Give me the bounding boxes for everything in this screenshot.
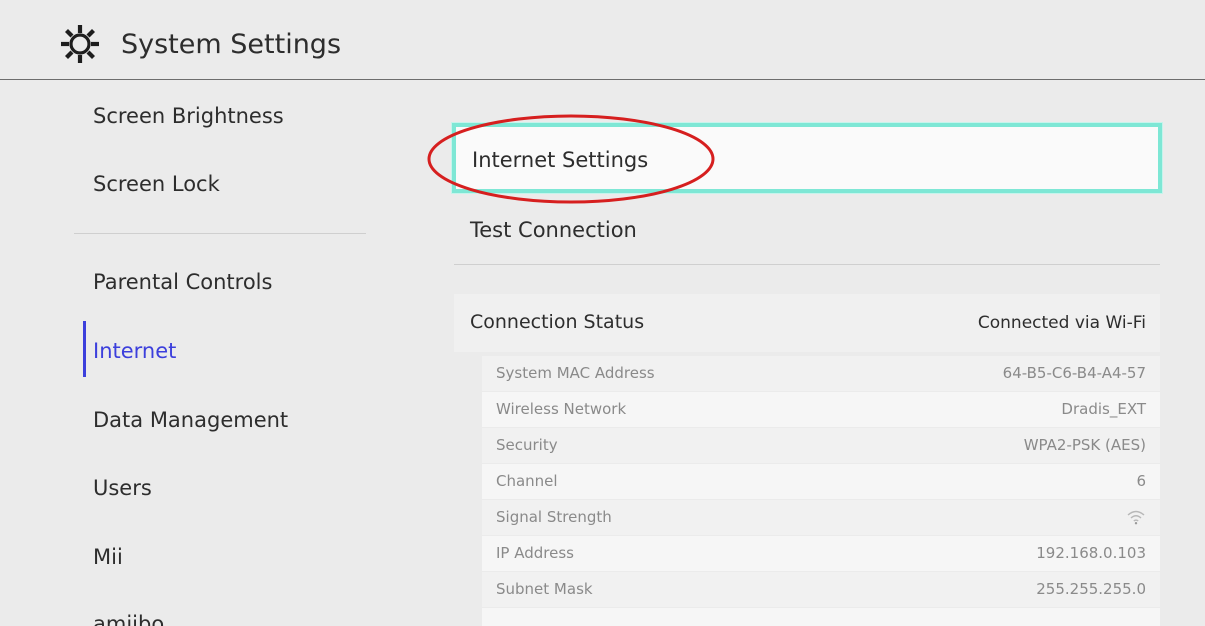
detail-value: 6 xyxy=(1136,472,1146,490)
detail-row-ip-address: IP Address 192.168.0.103 xyxy=(482,536,1160,571)
internet-settings-label: Internet Settings xyxy=(472,148,649,172)
detail-row-cutoff xyxy=(482,608,1160,626)
detail-row-mac-address: System MAC Address 64-B5-C6-B4-A4-57 xyxy=(482,356,1160,391)
sidebar: Screen Brightness Screen Lock Parental C… xyxy=(0,81,398,626)
gear-icon xyxy=(61,25,99,63)
detail-value: 192.168.0.103 xyxy=(1036,544,1146,562)
detail-label: Signal Strength xyxy=(496,508,612,526)
main-panel: Internet Settings Test Connection Connec… xyxy=(398,81,1205,626)
selected-indicator xyxy=(83,321,86,377)
detail-label: System MAC Address xyxy=(496,364,655,382)
connection-status-value: Connected via Wi-Fi xyxy=(977,313,1146,333)
detail-label: Wireless Network xyxy=(496,400,627,418)
sidebar-item-screen-lock[interactable]: Screen Lock xyxy=(93,169,220,199)
sidebar-item-data-management[interactable]: Data Management xyxy=(93,405,288,435)
connection-status-row: Connection Status Connected via Wi-Fi xyxy=(454,294,1160,352)
detail-value: 64-B5-C6-B4-A4-57 xyxy=(1002,364,1146,382)
detail-row-subnet-mask: Subnet Mask 255.255.255.0 xyxy=(482,572,1160,607)
main-divider xyxy=(454,264,1160,265)
detail-label: Subnet Mask xyxy=(496,580,593,598)
detail-value: Dradis_EXT xyxy=(1061,400,1146,418)
settings-screen: System Settings Screen Brightness Screen… xyxy=(0,0,1205,626)
detail-label: Channel xyxy=(496,472,558,490)
page-title: System Settings xyxy=(121,29,342,60)
sidebar-item-mii[interactable]: Mii xyxy=(93,542,123,572)
header-bar: System Settings xyxy=(0,0,1205,80)
internet-settings-button[interactable]: Internet Settings xyxy=(452,123,1162,193)
sidebar-divider xyxy=(74,233,366,234)
detail-row-channel: Channel 6 xyxy=(482,464,1160,499)
sidebar-item-screen-brightness[interactable]: Screen Brightness xyxy=(93,101,284,131)
sidebar-item-parental-controls[interactable]: Parental Controls xyxy=(93,267,272,297)
sidebar-item-amiibo[interactable]: amiibo xyxy=(93,609,164,626)
detail-row-signal-strength: Signal Strength xyxy=(482,500,1160,535)
detail-row-security: Security WPA2-PSK (AES) xyxy=(482,428,1160,463)
detail-value: 255.255.255.0 xyxy=(1036,580,1146,598)
detail-value: WPA2-PSK (AES) xyxy=(1023,436,1146,454)
connection-status-label: Connection Status xyxy=(470,311,645,333)
detail-label: IP Address xyxy=(496,544,574,562)
wifi-signal-icon xyxy=(1127,510,1145,525)
sidebar-item-internet[interactable]: Internet xyxy=(93,336,176,366)
test-connection-button[interactable]: Test Connection xyxy=(470,215,637,245)
detail-label: Security xyxy=(496,436,558,454)
sidebar-item-users[interactable]: Users xyxy=(93,473,152,503)
detail-row-wireless-network: Wireless Network Dradis_EXT xyxy=(482,392,1160,427)
